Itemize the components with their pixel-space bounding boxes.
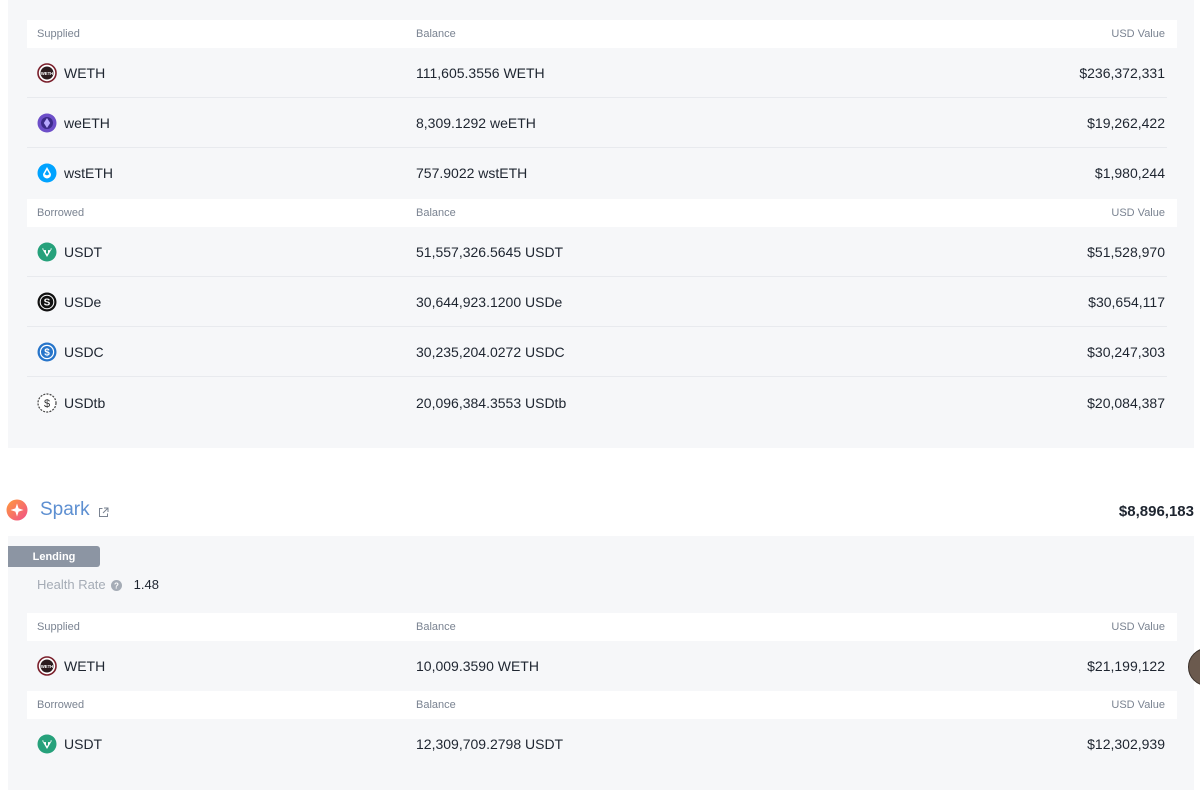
usd-value-header: USD Value	[1111, 621, 1165, 633]
usde-icon: S	[37, 292, 57, 312]
borrowed-header-row: Borrowed Balance USD Value	[27, 691, 1177, 719]
token-name: weETH	[64, 115, 110, 131]
borrowed-header-row: Borrowed Balance USD Value	[27, 199, 1177, 227]
token-balance: 8,309.1292 weETH	[416, 115, 536, 131]
weeth-icon	[37, 113, 57, 133]
token-usd-value: $12,302,939	[1087, 736, 1165, 752]
token-cell: USDT	[37, 242, 102, 262]
balance-header: Balance	[416, 28, 456, 40]
token-cell: USDT	[37, 734, 102, 754]
spark-protocol-header: Spark	[6, 499, 109, 521]
table-row: $ USDtb 20,096,384.3553 USDtb $20,084,38…	[27, 378, 1177, 428]
token-balance: 10,009.3590 WETH	[416, 658, 539, 674]
borrowed-header-label: Borrowed	[37, 207, 85, 219]
token-cell: WETH WETH	[37, 656, 105, 676]
usdc-icon: $	[37, 342, 57, 362]
token-cell: $ USDtb	[37, 393, 105, 413]
token-balance: 20,096,384.3553 USDtb	[416, 395, 567, 411]
table-row: wstETH 757.9022 wstETH $1,980,244	[27, 148, 1177, 198]
health-rate-label: Health Rate	[37, 577, 106, 592]
table-row: $ USDC 30,235,204.0272 USDC $30,247,303	[27, 327, 1177, 377]
usd-value-header: USD Value	[1111, 207, 1165, 219]
svg-text:WETH: WETH	[41, 71, 53, 76]
table-row: S USDe 30,644,923.1200 USDe $30,654,117	[27, 277, 1177, 327]
supplied-header-row: Supplied Balance USD Value	[27, 613, 1177, 641]
external-link-icon[interactable]	[98, 505, 109, 517]
token-balance: 757.9022 wstETH	[416, 165, 528, 181]
token-balance: 111,605.3556 WETH	[416, 65, 545, 81]
health-rate-value: 1.48	[133, 577, 159, 592]
supplied-header-label: Supplied	[37, 28, 80, 40]
balance-header: Balance	[416, 699, 456, 711]
supplied-header-label: Supplied	[37, 621, 80, 633]
supplied-header-row: Supplied Balance USD Value	[27, 20, 1177, 48]
token-cell: wstETH	[37, 163, 113, 183]
token-usd-value: $51,528,970	[1087, 244, 1165, 260]
svg-text:$: $	[44, 398, 50, 410]
wsteth-icon	[37, 163, 57, 183]
token-balance: 51,557,326.5645 USDT	[416, 244, 564, 260]
weth-icon: WETH	[37, 656, 57, 676]
token-balance: 30,235,204.0272 USDC	[416, 344, 565, 360]
usdt-icon	[37, 734, 57, 754]
spark-logo-icon	[6, 499, 28, 521]
svg-text:S: S	[44, 298, 51, 309]
spark-total-value: $8,896,183	[1118, 503, 1194, 520]
token-name: WETH	[64, 65, 106, 81]
token-usd-value: $20,084,387	[1087, 395, 1165, 411]
token-name: USDe	[64, 294, 102, 310]
table-row: USDT 12,309,709.2798 USDT $12,302,939	[27, 719, 1177, 769]
balance-header: Balance	[416, 207, 456, 219]
token-name: USDtb	[64, 395, 106, 411]
table-row: USDT 51,557,326.5645 USDT $51,528,970	[27, 227, 1177, 277]
token-name: USDT	[64, 736, 103, 752]
token-usd-value: $21,199,122	[1087, 658, 1165, 674]
svg-text:WETH: WETH	[41, 664, 53, 669]
token-cell: weETH	[37, 113, 110, 133]
borrowed-header-label: Borrowed	[37, 699, 85, 711]
usd-value-header: USD Value	[1111, 28, 1165, 40]
token-name: USDT	[64, 244, 103, 260]
svg-text:?: ?	[114, 581, 119, 590]
spark-protocol-link[interactable]: Spark	[40, 499, 90, 521]
token-cell: $ USDC	[37, 342, 104, 362]
token-name: wstETH	[64, 165, 113, 181]
help-icon[interactable]: ?	[110, 579, 122, 591]
token-balance: 12,309,709.2798 USDT	[416, 736, 564, 752]
health-rate: Health Rate ? 1.48	[37, 577, 159, 592]
token-balance: 30,644,923.1200 USDe	[416, 294, 563, 310]
token-cell: WETH WETH	[37, 63, 105, 83]
balance-header: Balance	[416, 621, 456, 633]
token-usd-value: $1,980,244	[1094, 165, 1165, 181]
token-usd-value: $19,262,422	[1087, 115, 1165, 131]
token-usd-value: $30,247,303	[1087, 344, 1165, 360]
lending-tag: Lending	[8, 546, 100, 567]
table-row: weETH 8,309.1292 weETH $19,262,422	[27, 98, 1177, 148]
usdt-icon	[37, 242, 57, 262]
token-name: WETH	[64, 658, 106, 674]
usd-value-header: USD Value	[1111, 699, 1165, 711]
weth-icon: WETH	[37, 63, 57, 83]
token-name: USDC	[64, 344, 104, 360]
usdtb-icon: $	[37, 393, 57, 413]
table-row: WETH WETH 10,009.3590 WETH $21,199,122	[27, 641, 1177, 691]
token-usd-value: $30,654,117	[1088, 294, 1165, 310]
token-cell: S USDe	[37, 292, 101, 312]
table-row: WETH WETH 111,605.3556 WETH $236,372,331	[27, 48, 1177, 98]
token-usd-value: $236,372,331	[1079, 65, 1165, 81]
svg-text:$: $	[44, 348, 50, 359]
